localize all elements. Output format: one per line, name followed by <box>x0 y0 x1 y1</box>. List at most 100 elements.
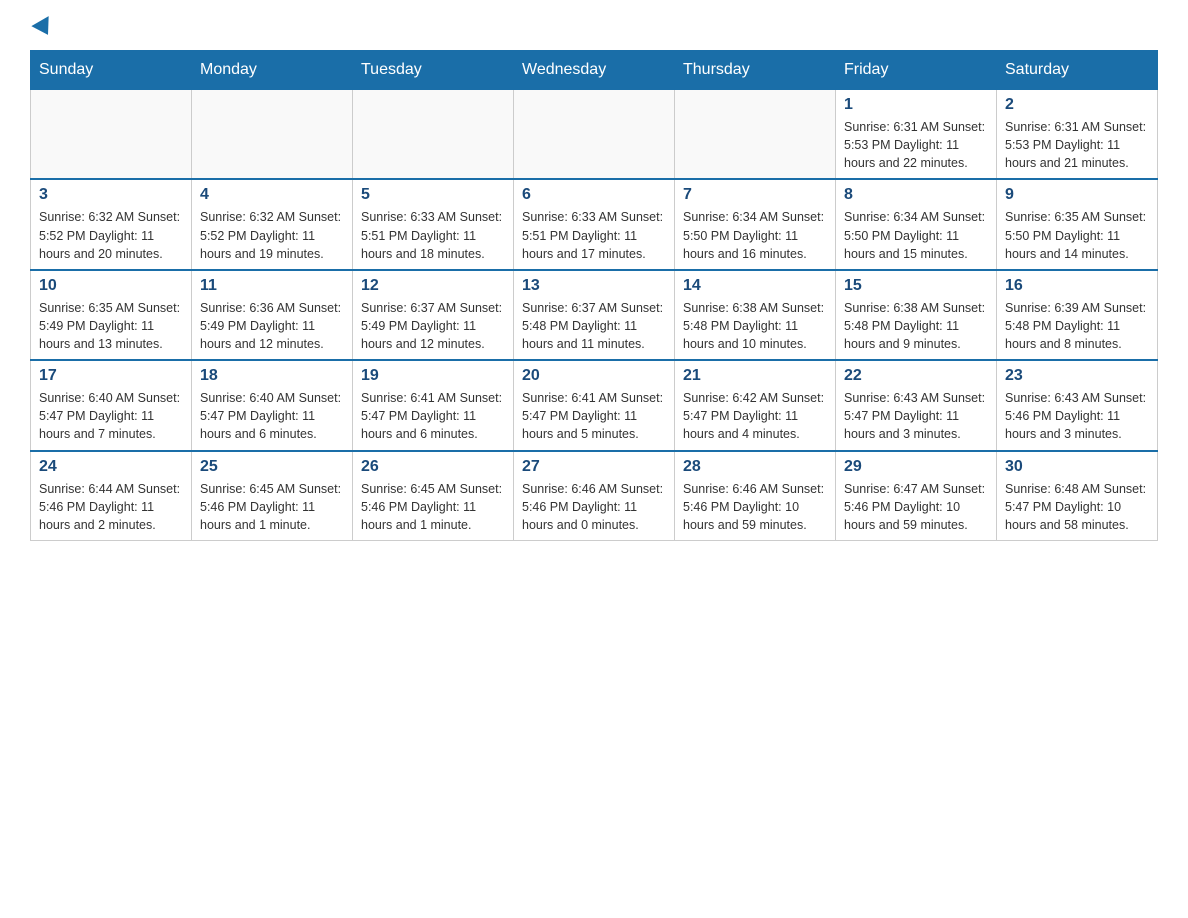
weekday-header-tuesday: Tuesday <box>353 51 514 90</box>
day-number: 18 <box>200 367 344 385</box>
day-info: Sunrise: 6:46 AM Sunset: 5:46 PM Dayligh… <box>522 480 666 534</box>
day-info: Sunrise: 6:44 AM Sunset: 5:46 PM Dayligh… <box>39 480 183 534</box>
weekday-header-saturday: Saturday <box>997 51 1158 90</box>
calendar-cell: 13 Sunrise: 6:37 AM Sunset: 5:48 PM Dayli… <box>514 270 675 360</box>
day-number: 10 <box>39 277 183 295</box>
calendar-cell: 9Sunrise: 6:35 AM Sunset: 5:50 PM Daylig… <box>997 179 1158 269</box>
calendar-cell: 29 Sunrise: 6:47 AM Sunset: 5:46 PM Dayli… <box>836 451 997 541</box>
logo <box>30 20 54 40</box>
calendar-cell: 6 Sunrise: 6:33 AM Sunset: 5:51 PM Daylig… <box>514 179 675 269</box>
calendar-cell: 1 Sunrise: 6:31 AM Sunset: 5:53 PM Daylig… <box>836 90 997 180</box>
day-number: 4 <box>200 186 344 204</box>
day-number: 29 <box>844 458 988 476</box>
calendar-cell: 27 Sunrise: 6:46 AM Sunset: 5:46 PM Dayli… <box>514 451 675 541</box>
day-info: Sunrise: 6:35 AM Sunset: 5:49 PM Dayligh… <box>39 299 183 353</box>
calendar-cell: 3 Sunrise: 6:32 AM Sunset: 5:52 PM Daylig… <box>31 179 192 269</box>
calendar-cell: 15Sunrise: 6:38 AM Sunset: 5:48 PM Dayli… <box>836 270 997 360</box>
day-info: Sunrise: 6:31 AM Sunset: 5:53 PM Dayligh… <box>844 118 988 172</box>
day-info: Sunrise: 6:32 AM Sunset: 5:52 PM Dayligh… <box>39 208 183 262</box>
day-info: Sunrise: 6:38 AM Sunset: 5:48 PM Dayligh… <box>683 299 827 353</box>
day-info: Sunrise: 6:37 AM Sunset: 5:48 PM Dayligh… <box>522 299 666 353</box>
day-info: Sunrise: 6:43 AM Sunset: 5:47 PM Dayligh… <box>844 389 988 443</box>
weekday-header-row: SundayMondayTuesdayWednesdayThursdayFrid… <box>31 51 1158 90</box>
day-info: Sunrise: 6:40 AM Sunset: 5:47 PM Dayligh… <box>200 389 344 443</box>
day-number: 19 <box>361 367 505 385</box>
day-info: Sunrise: 6:34 AM Sunset: 5:50 PM Dayligh… <box>844 208 988 262</box>
calendar-cell: 25Sunrise: 6:45 AM Sunset: 5:46 PM Dayli… <box>192 451 353 541</box>
day-number: 17 <box>39 367 183 385</box>
day-info: Sunrise: 6:43 AM Sunset: 5:46 PM Dayligh… <box>1005 389 1149 443</box>
calendar-cell <box>514 90 675 180</box>
day-number: 24 <box>39 458 183 476</box>
weekday-header-friday: Friday <box>836 51 997 90</box>
day-number: 11 <box>200 277 344 295</box>
calendar-cell: 16Sunrise: 6:39 AM Sunset: 5:48 PM Dayli… <box>997 270 1158 360</box>
calendar-cell: 18 Sunrise: 6:40 AM Sunset: 5:47 PM Dayli… <box>192 360 353 450</box>
day-info: Sunrise: 6:33 AM Sunset: 5:51 PM Dayligh… <box>361 208 505 262</box>
day-number: 5 <box>361 186 505 204</box>
day-number: 23 <box>1005 367 1149 385</box>
day-number: 28 <box>683 458 827 476</box>
weekday-header-thursday: Thursday <box>675 51 836 90</box>
calendar-cell: 14 Sunrise: 6:38 AM Sunset: 5:48 PM Dayli… <box>675 270 836 360</box>
day-number: 15 <box>844 277 988 295</box>
day-info: Sunrise: 6:48 AM Sunset: 5:47 PM Dayligh… <box>1005 480 1149 534</box>
calendar-week-3: 10 Sunrise: 6:35 AM Sunset: 5:49 PM Dayli… <box>31 270 1158 360</box>
day-info: Sunrise: 6:42 AM Sunset: 5:47 PM Dayligh… <box>683 389 827 443</box>
calendar-table: SundayMondayTuesdayWednesdayThursdayFrid… <box>30 50 1158 541</box>
day-info: Sunrise: 6:37 AM Sunset: 5:49 PM Dayligh… <box>361 299 505 353</box>
calendar-cell: 7 Sunrise: 6:34 AM Sunset: 5:50 PM Daylig… <box>675 179 836 269</box>
day-number: 3 <box>39 186 183 204</box>
day-number: 1 <box>844 96 988 114</box>
page-header <box>30 20 1158 40</box>
day-number: 21 <box>683 367 827 385</box>
day-number: 27 <box>522 458 666 476</box>
day-number: 22 <box>844 367 988 385</box>
day-number: 6 <box>522 186 666 204</box>
day-info: Sunrise: 6:36 AM Sunset: 5:49 PM Dayligh… <box>200 299 344 353</box>
calendar-cell: 17 Sunrise: 6:40 AM Sunset: 5:47 PM Dayli… <box>31 360 192 450</box>
calendar-cell <box>192 90 353 180</box>
day-number: 14 <box>683 277 827 295</box>
day-number: 20 <box>522 367 666 385</box>
calendar-cell: 12 Sunrise: 6:37 AM Sunset: 5:49 PM Dayli… <box>353 270 514 360</box>
day-number: 9 <box>1005 186 1149 204</box>
calendar-cell: 26Sunrise: 6:45 AM Sunset: 5:46 PM Dayli… <box>353 451 514 541</box>
calendar-cell: 8Sunrise: 6:34 AM Sunset: 5:50 PM Daylig… <box>836 179 997 269</box>
calendar-cell: 22 Sunrise: 6:43 AM Sunset: 5:47 PM Dayli… <box>836 360 997 450</box>
weekday-header-sunday: Sunday <box>31 51 192 90</box>
day-number: 2 <box>1005 96 1149 114</box>
day-number: 30 <box>1005 458 1149 476</box>
day-info: Sunrise: 6:33 AM Sunset: 5:51 PM Dayligh… <box>522 208 666 262</box>
calendar-cell: 30 Sunrise: 6:48 AM Sunset: 5:47 PM Dayli… <box>997 451 1158 541</box>
calendar-cell <box>675 90 836 180</box>
calendar-week-1: 1 Sunrise: 6:31 AM Sunset: 5:53 PM Daylig… <box>31 90 1158 180</box>
day-number: 13 <box>522 277 666 295</box>
day-info: Sunrise: 6:34 AM Sunset: 5:50 PM Dayligh… <box>683 208 827 262</box>
weekday-header-monday: Monday <box>192 51 353 90</box>
calendar-cell: 24 Sunrise: 6:44 AM Sunset: 5:46 PM Dayli… <box>31 451 192 541</box>
day-info: Sunrise: 6:31 AM Sunset: 5:53 PM Dayligh… <box>1005 118 1149 172</box>
calendar-week-2: 3 Sunrise: 6:32 AM Sunset: 5:52 PM Daylig… <box>31 179 1158 269</box>
day-info: Sunrise: 6:40 AM Sunset: 5:47 PM Dayligh… <box>39 389 183 443</box>
day-number: 16 <box>1005 277 1149 295</box>
calendar-cell <box>31 90 192 180</box>
calendar-cell: 21 Sunrise: 6:42 AM Sunset: 5:47 PM Dayli… <box>675 360 836 450</box>
weekday-header-wednesday: Wednesday <box>514 51 675 90</box>
calendar-cell: 28 Sunrise: 6:46 AM Sunset: 5:46 PM Dayli… <box>675 451 836 541</box>
calendar-cell: 4 Sunrise: 6:32 AM Sunset: 5:52 PM Daylig… <box>192 179 353 269</box>
calendar-cell: 11 Sunrise: 6:36 AM Sunset: 5:49 PM Dayli… <box>192 270 353 360</box>
day-info: Sunrise: 6:32 AM Sunset: 5:52 PM Dayligh… <box>200 208 344 262</box>
day-info: Sunrise: 6:46 AM Sunset: 5:46 PM Dayligh… <box>683 480 827 534</box>
calendar-cell: 19Sunrise: 6:41 AM Sunset: 5:47 PM Dayli… <box>353 360 514 450</box>
day-number: 7 <box>683 186 827 204</box>
day-info: Sunrise: 6:45 AM Sunset: 5:46 PM Dayligh… <box>200 480 344 534</box>
calendar-week-5: 24 Sunrise: 6:44 AM Sunset: 5:46 PM Dayli… <box>31 451 1158 541</box>
calendar-week-4: 17 Sunrise: 6:40 AM Sunset: 5:47 PM Dayli… <box>31 360 1158 450</box>
day-info: Sunrise: 6:41 AM Sunset: 5:47 PM Dayligh… <box>522 389 666 443</box>
calendar-cell: 10 Sunrise: 6:35 AM Sunset: 5:49 PM Dayli… <box>31 270 192 360</box>
day-info: Sunrise: 6:47 AM Sunset: 5:46 PM Dayligh… <box>844 480 988 534</box>
calendar-cell: 5 Sunrise: 6:33 AM Sunset: 5:51 PM Daylig… <box>353 179 514 269</box>
day-number: 12 <box>361 277 505 295</box>
logo-triangle-icon <box>31 16 56 40</box>
